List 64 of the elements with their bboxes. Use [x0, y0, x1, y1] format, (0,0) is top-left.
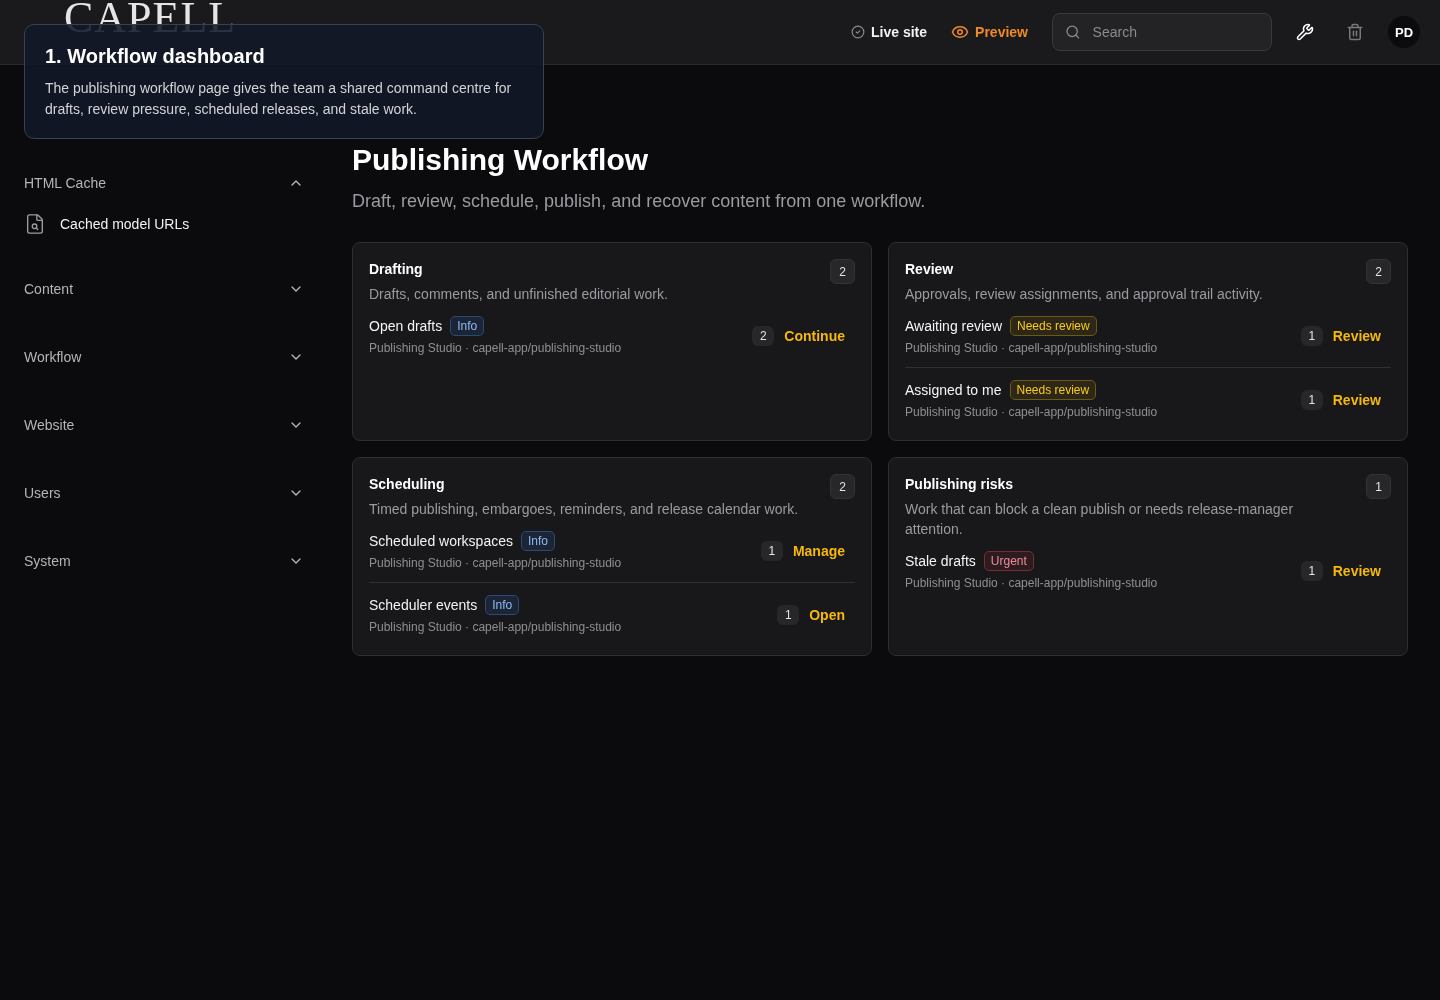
item-meta: Publishing Studio · capell-app/publishing-studio [905, 341, 1159, 355]
card-description: Work that can block a clean publish or needs release-manager attention. [905, 500, 1295, 539]
preview-link[interactable]: Preview [947, 23, 1032, 41]
action-link[interactable]: Open [809, 606, 845, 623]
status-tag: Urgent [983, 551, 1034, 571]
sidebar-group[interactable]: Website [24, 411, 304, 439]
item-meta: Publishing Studio · capell-app/publishing-studio [369, 341, 623, 355]
card-count: 2 [1366, 259, 1391, 284]
search-field[interactable]: Search [1052, 13, 1272, 51]
sidebar-item[interactable]: Cached model URLs [24, 213, 304, 235]
check-circle-icon [851, 25, 866, 39]
card-description: Drafts, comments, and unfinished editorial work. [369, 285, 669, 304]
action-link[interactable]: Manage [792, 542, 845, 559]
action-link[interactable]: Review [1332, 391, 1381, 408]
sidebar-group[interactable]: Users [24, 479, 304, 507]
item-meta: Publishing Studio · capell-app/publishing-studio [905, 405, 1159, 419]
card-description: Approvals, review assignments, and approval trail activity. [905, 285, 1264, 304]
item-title: Assigned to me [905, 382, 1002, 398]
user-avatar[interactable]: PD [1388, 16, 1420, 48]
action-link[interactable]: Review [1332, 562, 1381, 579]
card-title: Scheduling [369, 476, 445, 492]
item-count: 2 [752, 325, 775, 346]
tooltip-body: The publishing workflow page gives the team a shared command centre for drafts, review pressure, scheduled releases, and stale work. [45, 79, 513, 119]
item-count: 1 [1300, 560, 1323, 581]
eye-icon [951, 23, 970, 41]
item-meta: Publishing Studio · capell-app/publishing-studio [905, 576, 1159, 590]
trash-icon [1346, 23, 1364, 41]
card-title: Publishing risks [905, 476, 1014, 492]
file-search-icon [24, 213, 46, 235]
status-tag: Needs review [1010, 316, 1097, 336]
card-count: 1 [1366, 474, 1391, 499]
status-tag: Info [450, 316, 485, 336]
search-input[interactable]: Search [1090, 23, 1259, 41]
card-count: 2 [830, 259, 855, 284]
sidebar-group[interactable]: Content [24, 275, 304, 303]
card-title: Drafting [369, 261, 423, 277]
status-tag: Info [485, 595, 520, 615]
status-tag: Needs review [1009, 380, 1097, 400]
item-title: Scheduled workspaces [369, 533, 513, 549]
tools-icon [1296, 23, 1314, 41]
item-count: 1 [760, 540, 783, 561]
search-icon [1065, 23, 1081, 41]
item-count: 1 [1300, 325, 1323, 346]
item-title: Open drafts [369, 318, 443, 334]
action-link[interactable]: Continue [784, 327, 845, 344]
action-link[interactable]: Review [1332, 327, 1381, 344]
page-subtitle: Draft, review, schedule, publish, and recover content from one workflow. [352, 191, 927, 212]
live-site-link[interactable]: Live site [847, 24, 932, 40]
sidebar-group[interactable]: Workflow [24, 343, 304, 371]
item-title: Stale drafts [905, 553, 976, 569]
item-meta: Publishing Studio · capell-app/publishing-studio [369, 620, 623, 634]
item-title: Scheduler events [369, 597, 478, 613]
sidebar-group[interactable]: System [24, 547, 304, 575]
card-count: 2 [830, 474, 855, 499]
card-description: Timed publishing, embargoes, reminders, and release calendar work. [369, 500, 799, 519]
sidebar-group[interactable]: HTML Cache [24, 169, 304, 197]
item-count: 1 [777, 604, 800, 625]
card-title: Review [905, 261, 954, 277]
tooltip-title: 1. Workflow dashboard [45, 45, 266, 68]
status-tag: Info [521, 531, 555, 551]
item-title: Awaiting review [905, 318, 1002, 334]
item-meta: Publishing Studio · capell-app/publishing-studio [369, 556, 623, 570]
item-count: 1 [1300, 389, 1323, 410]
page-title: Publishing Workflow [352, 143, 650, 177]
